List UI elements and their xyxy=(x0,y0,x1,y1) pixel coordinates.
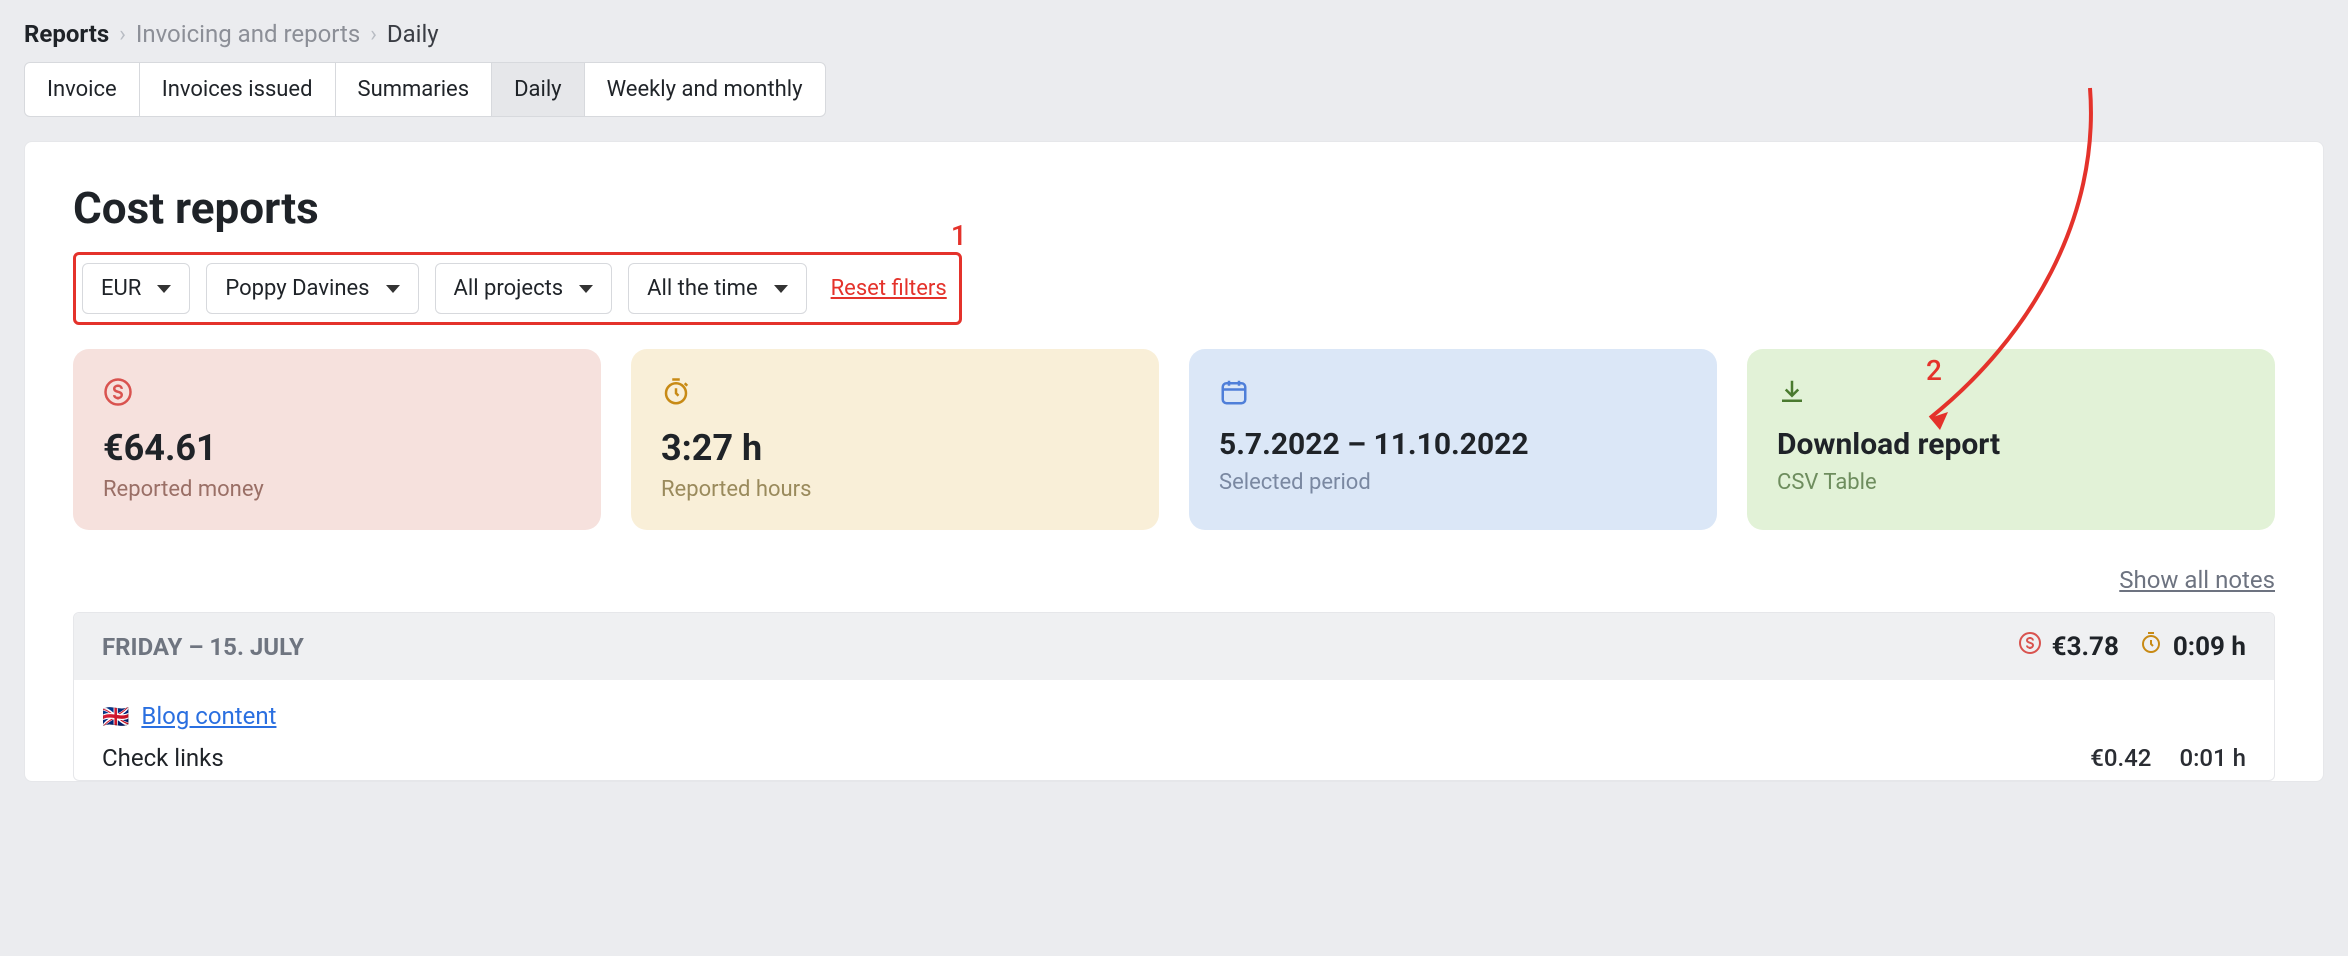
flag-icon: 🇬🇧 xyxy=(102,705,129,730)
task-name: Check links xyxy=(102,744,224,772)
day-title: FRIDAY – 15. JULY xyxy=(102,633,304,661)
page-title: Cost reports xyxy=(73,182,2275,234)
project-value: All projects xyxy=(454,276,564,301)
calendar-icon xyxy=(1219,375,1687,409)
reported-money-value: €64.61 xyxy=(103,427,571,469)
main-panel: Cost reports 1 EUR Poppy Davines All pro… xyxy=(24,141,2324,782)
reported-money-label: Reported money xyxy=(103,477,571,502)
stopwatch-icon xyxy=(2139,631,2163,662)
chevron-down-icon xyxy=(386,285,400,293)
tab-weekly-monthly[interactable]: Weekly and monthly xyxy=(585,63,825,116)
show-all-notes: Show all notes xyxy=(73,566,2275,594)
project-link[interactable]: Blog content xyxy=(141,702,276,730)
tab-invoices-issued[interactable]: Invoices issued xyxy=(140,63,336,116)
card-selected-period: 5.7.2022 – 11.10.2022 Selected period xyxy=(1189,349,1717,530)
person-dropdown[interactable]: Poppy Davines xyxy=(206,263,418,314)
summary-cards: €64.61 Reported money 3:27 h Reported ho… xyxy=(73,349,2275,530)
period-dropdown[interactable]: All the time xyxy=(628,263,806,314)
currency-dropdown[interactable]: EUR xyxy=(82,263,190,314)
reset-filters-link[interactable]: Reset filters xyxy=(831,276,947,301)
selected-period-label: Selected period xyxy=(1219,470,1687,495)
selected-period-value: 5.7.2022 – 11.10.2022 xyxy=(1219,427,1687,462)
breadcrumb-root[interactable]: Reports xyxy=(24,20,109,48)
reported-hours-value: 3:27 h xyxy=(661,427,1129,469)
filters-group: 1 EUR Poppy Davines All projects All the… xyxy=(73,252,962,325)
money-icon xyxy=(2018,631,2042,662)
chevron-right-icon: › xyxy=(370,22,377,47)
breadcrumb: Reports › Invoicing and reports › Daily xyxy=(0,0,2348,48)
person-value: Poppy Davines xyxy=(225,276,369,301)
task-row: Check links €0.42 0:01 h xyxy=(102,744,2246,780)
tab-summaries[interactable]: Summaries xyxy=(336,63,493,116)
tab-daily[interactable]: Daily xyxy=(492,63,585,116)
tab-invoice[interactable]: Invoice xyxy=(25,63,140,116)
day-header: FRIDAY – 15. JULY €3.78 0:09 h xyxy=(74,613,2274,680)
download-report-sub: CSV Table xyxy=(1777,470,2245,495)
project-dropdown[interactable]: All projects xyxy=(435,263,613,314)
breadcrumb-leaf: Daily xyxy=(387,20,439,48)
day-amount: €3.78 xyxy=(2052,632,2119,662)
currency-value: EUR xyxy=(101,276,141,301)
show-all-notes-link[interactable]: Show all notes xyxy=(2119,566,2275,594)
download-icon xyxy=(1777,375,2245,409)
breadcrumb-mid[interactable]: Invoicing and reports xyxy=(136,20,360,48)
view-tabs: Invoice Invoices issued Summaries Daily … xyxy=(24,62,826,117)
money-icon xyxy=(103,375,571,409)
period-value: All the time xyxy=(647,276,757,301)
day-body: 🇬🇧 Blog content Check links €0.42 0:01 h xyxy=(74,680,2274,780)
chevron-down-icon xyxy=(774,285,788,293)
card-download-report[interactable]: Download report CSV Table xyxy=(1747,349,2275,530)
day-section: FRIDAY – 15. JULY €3.78 0:09 h 🇬🇧 xyxy=(73,612,2275,781)
annotation-2: 2 xyxy=(1926,354,1942,387)
download-report-title: Download report xyxy=(1777,427,2245,462)
stopwatch-icon xyxy=(661,375,1129,409)
reported-hours-label: Reported hours xyxy=(661,477,1129,502)
task-amount: €0.42 xyxy=(2090,744,2151,772)
chevron-down-icon xyxy=(579,285,593,293)
task-time: 0:01 h xyxy=(2179,744,2246,772)
chevron-down-icon xyxy=(157,285,171,293)
card-reported-hours: 3:27 h Reported hours xyxy=(631,349,1159,530)
day-time: 0:09 h xyxy=(2173,632,2246,662)
card-reported-money: €64.61 Reported money xyxy=(73,349,601,530)
annotation-1: 1 xyxy=(951,219,967,252)
chevron-right-icon: › xyxy=(119,22,126,47)
